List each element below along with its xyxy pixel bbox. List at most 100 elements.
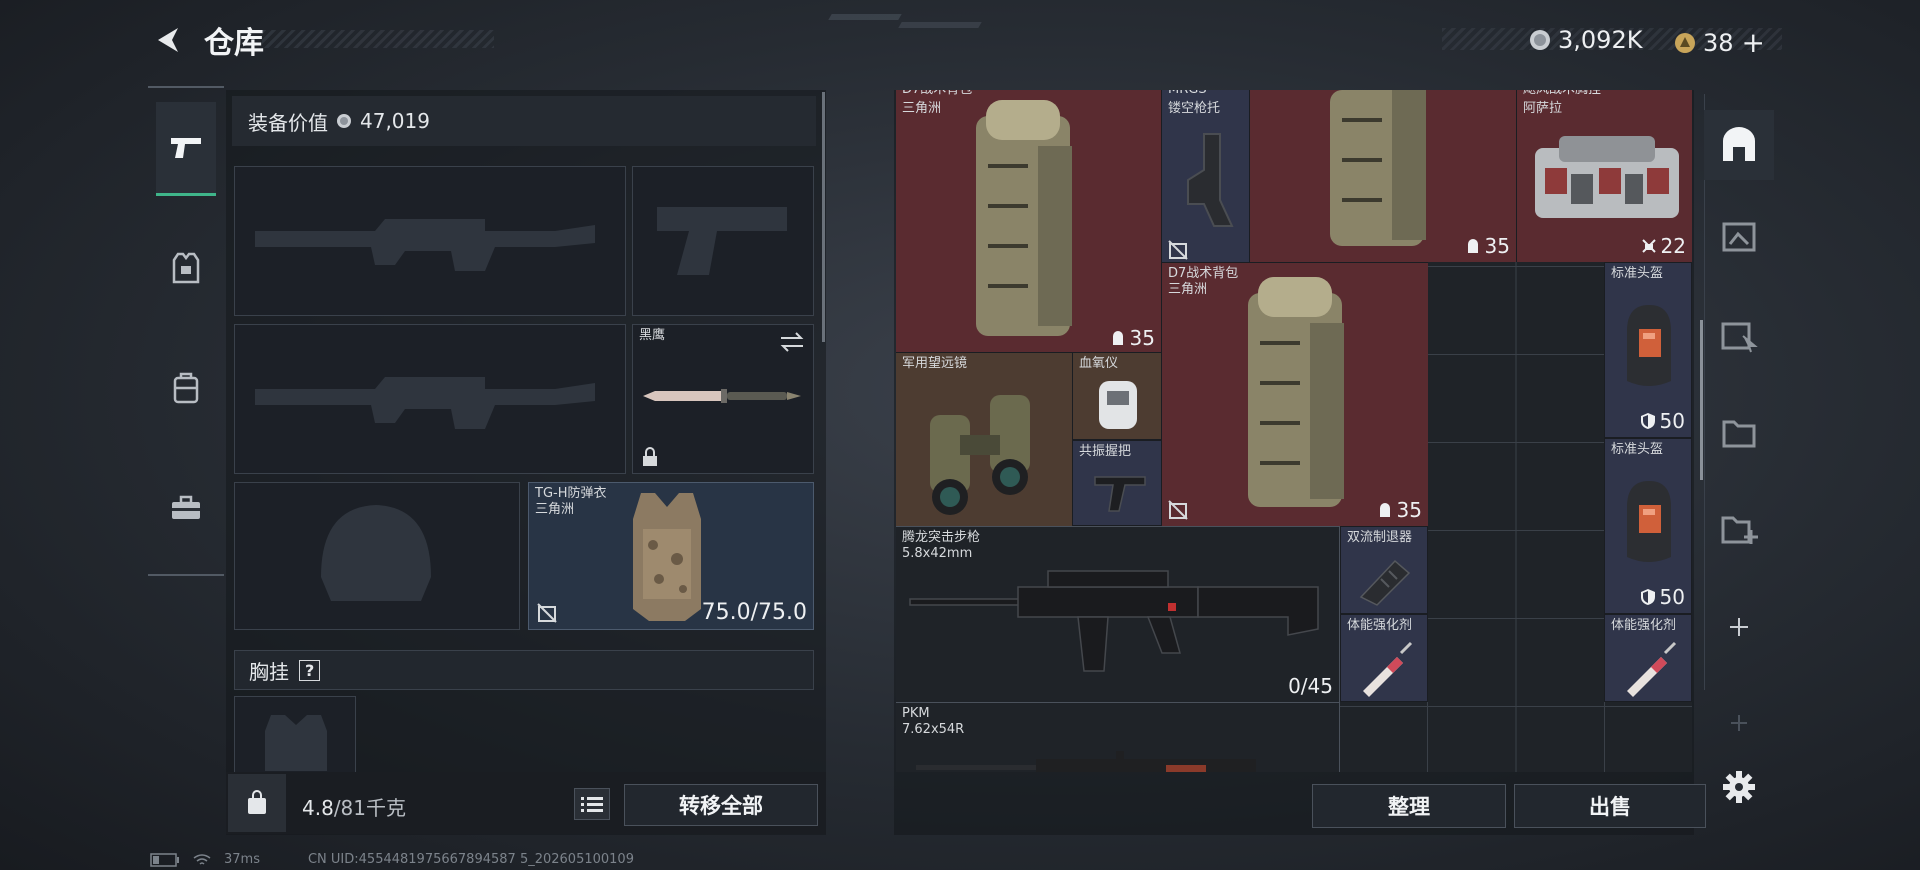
pistol-icon [171, 137, 201, 158]
item-count: 35 [1129, 326, 1155, 350]
swap-icon[interactable] [779, 331, 805, 353]
list-view-button[interactable] [574, 788, 610, 820]
stash-tab-4[interactable] [1704, 398, 1774, 468]
stash-item[interactable]: 体能强化剂 [1340, 614, 1428, 702]
settings-button[interactable] [1704, 752, 1774, 822]
equipment-value-bar: 装备价值 47,019 [232, 96, 816, 146]
item-name: MRGS [1168, 90, 1207, 98]
stash-item[interactable]: 标准头盔 50 [1604, 438, 1692, 614]
armor-name: TG-H防弹衣 [535, 486, 607, 501]
weight-current: 4.8 [302, 796, 334, 820]
nav-backpack[interactable] [156, 358, 216, 418]
stash-item[interactable]: D7战术背包 三角洲 35 [896, 90, 1162, 352]
briefcase-icon [172, 495, 200, 519]
folder-icon [1722, 420, 1756, 448]
premium-coin-icon [1675, 32, 1695, 53]
weight-lock-button[interactable] [228, 774, 286, 832]
stash-item[interactable]: 体能强化剂 [1604, 614, 1692, 702]
stash-scrollbar[interactable] [1700, 320, 1703, 480]
stash-item[interactable]: 飓风战术胸挂 阿萨拉 22 [1516, 90, 1692, 262]
list-icon [581, 797, 603, 812]
stash-tab-2[interactable] [1704, 202, 1774, 272]
stock-image [1187, 133, 1234, 227]
equipment-value: 47,019 [360, 109, 430, 133]
secondary-weapon-slot[interactable] [234, 324, 626, 474]
item-name: PKM [902, 706, 930, 721]
body-armor-slot[interactable]: TG-H防弹衣 三角洲 75.0/75.0 [528, 482, 814, 630]
coin-icon [1530, 30, 1550, 50]
lock-icon [643, 447, 657, 466]
helmet-image [1627, 481, 1671, 562]
sort-button[interactable]: 整理 [1312, 784, 1506, 828]
helmet-silhouette-icon [321, 505, 431, 601]
chest-rig-label: 胸挂 [249, 659, 289, 684]
backpack-image [1330, 90, 1426, 246]
melee-slot[interactable]: 黑鹰 [632, 324, 814, 474]
add-tab-button[interactable] [1704, 592, 1774, 662]
add-tab-disabled [1704, 688, 1774, 758]
sell-button[interactable]: 出售 [1514, 784, 1706, 828]
stash-item[interactable]: 血氧仪 [1072, 352, 1162, 440]
item-name: 飓风战术胸挂 [1523, 90, 1601, 98]
primary-weapon-slot[interactable] [234, 166, 626, 316]
item-name: 血氧仪 [1079, 356, 1119, 371]
back-button[interactable] [150, 22, 186, 58]
ping: 37ms [224, 852, 260, 867]
add-premium-button[interactable]: + [1742, 26, 1765, 59]
item-name: 体能强化剂 [1347, 618, 1413, 633]
no-insure-icon [1168, 240, 1188, 260]
capacity-icon [1467, 239, 1478, 253]
stash-item[interactable]: 35 [1250, 90, 1516, 262]
armor-durability: 75.0/75.0 [701, 600, 807, 625]
item-count-wrap: 50 [1640, 585, 1685, 609]
battery-icon [150, 852, 179, 867]
item-name: 标准头盔 [1611, 442, 1664, 457]
item-count-wrap: 22 [1641, 234, 1686, 258]
nav-armor[interactable] [156, 238, 216, 298]
muzzle-brake-image [1359, 559, 1411, 606]
stash-item[interactable]: PKM 7.62x54R [896, 702, 1340, 772]
wifi-icon [193, 853, 211, 865]
body-armor-image [633, 493, 701, 621]
category-nav [148, 86, 224, 576]
item-count-wrap: 35 [1377, 498, 1422, 522]
nav-case[interactable] [156, 478, 216, 538]
stash-tab-all[interactable] [1704, 110, 1774, 180]
loadout-scrollbar[interactable] [822, 92, 825, 342]
bg-streak [828, 14, 902, 20]
nav-weapons[interactable] [156, 102, 216, 196]
stash-item[interactable]: MRGS 镂空枪托 [1162, 90, 1250, 266]
item-name: 体能强化剂 [1611, 618, 1677, 633]
sidearm-slot[interactable] [632, 166, 814, 316]
plus-icon [1730, 618, 1748, 636]
folder-image-icon [1722, 222, 1756, 252]
item-sub: 阿萨拉 [1523, 101, 1563, 116]
transfer-all-button[interactable]: 转移全部 [624, 784, 818, 826]
stash-item[interactable]: 标准头盔 50 [1604, 262, 1692, 438]
equipment-value-label: 装备价值 [248, 110, 328, 135]
stimulant-image [1627, 641, 1677, 697]
capacity-icon [1379, 503, 1390, 517]
stash-tab-5[interactable] [1704, 494, 1774, 564]
helmet-slot[interactable] [234, 482, 520, 630]
stash-item[interactable]: 双流制退器 [1340, 526, 1428, 614]
item-name: 标准头盔 [1611, 266, 1664, 281]
no-insure-icon [537, 603, 557, 623]
currency-amount: 3,092K [1558, 26, 1643, 54]
item-count-wrap: 35 [1110, 326, 1155, 350]
stash-item[interactable]: 军用望远镜 [896, 352, 1072, 526]
item-name: 共振握把 [1079, 444, 1132, 459]
stash-tab-3[interactable] [1704, 302, 1774, 372]
stash-item[interactable]: D7战术背包 三角洲 35 [1162, 262, 1428, 526]
melee-label: 黑鹰 [639, 328, 666, 343]
helmet-image [1627, 305, 1671, 386]
slots-icon [1641, 239, 1656, 253]
item-sub: 三角洲 [1168, 282, 1208, 297]
help-icon[interactable]: ? [299, 659, 321, 681]
chest-rig-slot[interactable] [234, 696, 356, 772]
shield-icon [1640, 589, 1655, 605]
stash-item[interactable]: 共振握把 [1072, 440, 1162, 526]
armor-vest-icon [172, 252, 200, 284]
stash-item[interactable]: 腾龙突击步枪 5.8x42mm 0/45 [896, 526, 1340, 702]
weight-display: 4.8/81千克 [302, 792, 406, 821]
